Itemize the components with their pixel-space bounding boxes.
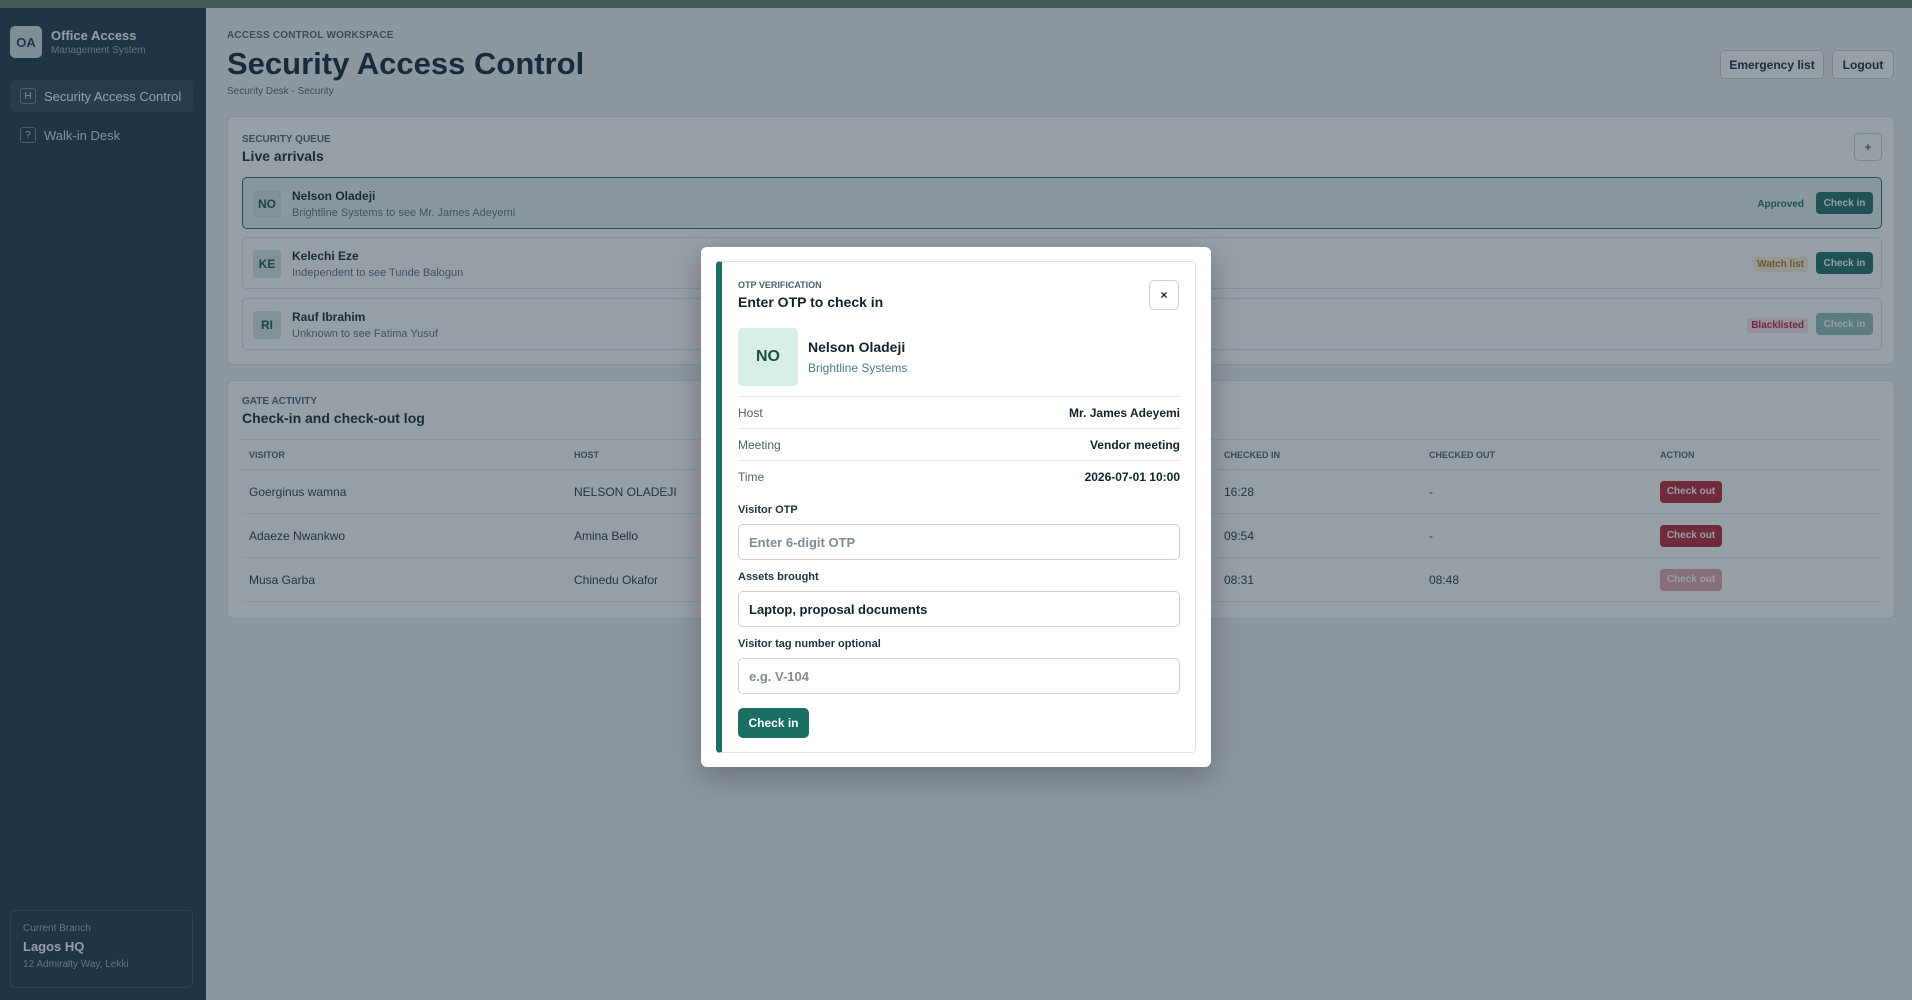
meeting-row: Meeting Vendor meeting [738, 428, 1180, 460]
host-value: Mr. James Adeyemi [1069, 405, 1180, 420]
assets-input[interactable] [738, 591, 1180, 627]
tag-number-input[interactable] [738, 658, 1180, 694]
modal-title: Enter OTP to check in [738, 294, 884, 310]
otp-input[interactable] [738, 524, 1180, 560]
assets-label: Assets brought [738, 571, 819, 583]
time-row: Time 2026-07-01 10:00 [738, 460, 1180, 492]
host-label: Host [738, 405, 763, 420]
meeting-label: Meeting [738, 437, 781, 452]
otp-label: Visitor OTP [738, 504, 798, 516]
close-icon: × [1160, 288, 1168, 302]
tag-label: Visitor tag number optional [738, 638, 881, 650]
host-row: Host Mr. James Adeyemi [738, 396, 1180, 428]
visitor-name: Nelson Oladeji [808, 339, 906, 355]
visitor-company: Brightline Systems [808, 361, 908, 375]
modal-eyebrow: OTP VERIFICATION [738, 280, 822, 290]
visitor-avatar: NO [738, 328, 798, 386]
meeting-value: Vendor meeting [1089, 437, 1180, 452]
close-button[interactable]: × [1149, 280, 1179, 310]
otp-modal-card: OTP VERIFICATION Enter OTP to check in ×… [716, 261, 1196, 753]
time-label: Time [738, 469, 765, 484]
check-in-submit-button[interactable]: Check in [738, 708, 809, 738]
time-value: 2026-07-01 10:00 [1084, 469, 1180, 484]
otp-modal: OTP VERIFICATION Enter OTP to check in ×… [701, 247, 1211, 767]
